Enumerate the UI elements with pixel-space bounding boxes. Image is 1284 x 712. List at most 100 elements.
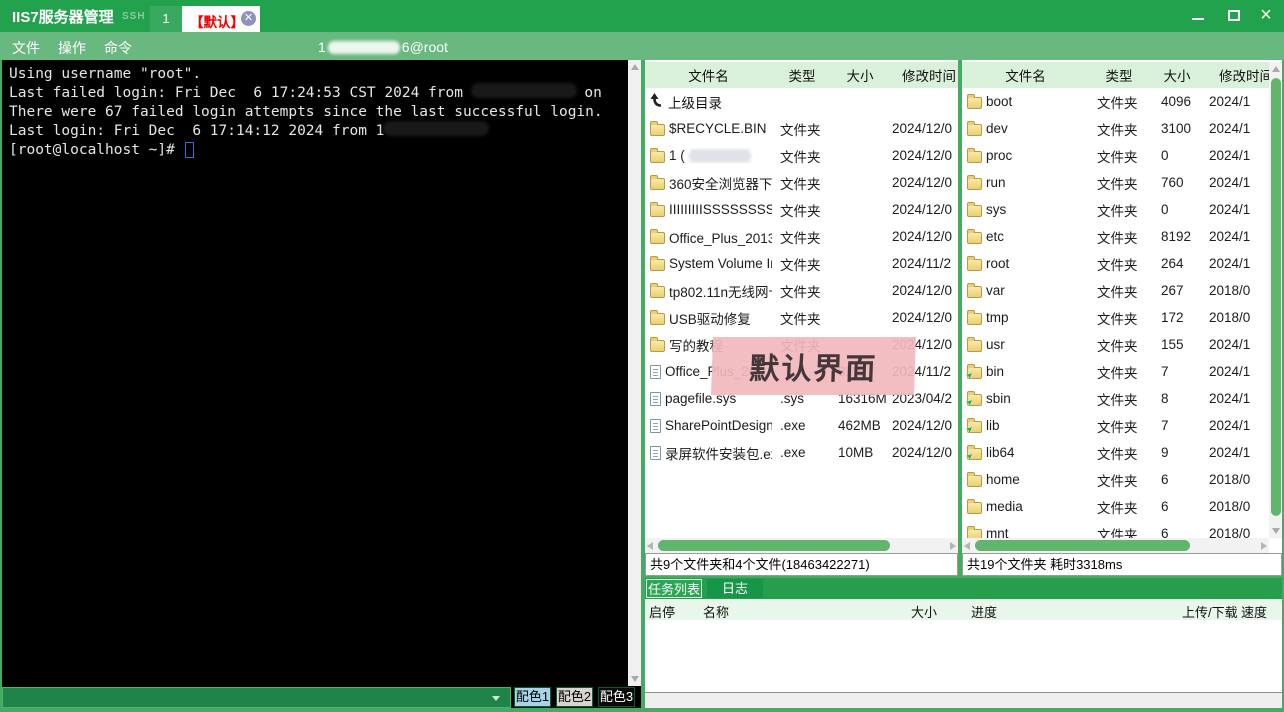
scrollbar-thumb[interactable] xyxy=(975,540,1190,551)
file-size: 0 xyxy=(1149,202,1205,217)
file-row[interactable]: root 文件夹 264 2024/1 xyxy=(962,250,1269,277)
file-row[interactable]: Office_Plus_2013激 文件夹 2024/12/0 xyxy=(645,223,958,250)
file-date: 2024/12/0 xyxy=(888,121,958,136)
col-progress: 进度 xyxy=(971,602,997,621)
file-date: 2024/12/0 xyxy=(888,445,958,460)
file-row[interactable]: $RECYCLE.BIN 文件夹 2024/12/0 xyxy=(645,115,958,142)
file-row[interactable]: sys 文件夹 0 2024/1 xyxy=(962,196,1269,223)
redacted-name-blur xyxy=(689,149,751,163)
col-type[interactable]: 类型 xyxy=(772,65,832,85)
file-date: 2024/12/0 xyxy=(888,175,958,190)
file-date: 2018/0 xyxy=(1205,499,1269,514)
folder-icon xyxy=(967,178,982,190)
file-row[interactable]: usr 文件夹 155 2024/1 xyxy=(962,331,1269,358)
file-date: 2024/1 xyxy=(1205,202,1269,217)
file-row[interactable]: etc 文件夹 8192 2024/1 xyxy=(962,223,1269,250)
col-type[interactable]: 类型 xyxy=(1089,65,1149,85)
task-list-area[interactable] xyxy=(645,620,1282,692)
file-row[interactable]: IIIIIIIIISSSSSSSSSS 文件夹 2024/12/0 xyxy=(645,196,958,223)
close-tab-icon[interactable]: ✕ xyxy=(241,11,256,26)
file-date: 2024/1 xyxy=(1205,175,1269,190)
scrollbar-thumb[interactable] xyxy=(1271,78,1281,516)
file-type: 文件夹 xyxy=(1089,443,1149,463)
file-date: 2024/1 xyxy=(1205,418,1269,433)
file-row[interactable]: lib 文件夹 7 2024/1 xyxy=(962,412,1269,439)
scroll-right-icon[interactable] xyxy=(1261,542,1267,550)
scrollbar-thumb[interactable] xyxy=(658,540,890,551)
file-row[interactable]: mnt 文件夹 6 2018/0 xyxy=(962,520,1269,538)
scroll-down-icon[interactable] xyxy=(1272,528,1280,534)
tab-log[interactable]: 日志 xyxy=(707,579,763,598)
terminal-preset-select[interactable] xyxy=(2,687,511,708)
col-size[interactable]: 大小 xyxy=(1149,65,1205,85)
file-row[interactable]: home 文件夹 6 2018/0 xyxy=(962,466,1269,493)
terminal-scrollbar[interactable] xyxy=(628,60,641,686)
local-panel-status: 共9个文件夹和4个文件(18463422271) xyxy=(645,553,958,576)
file-row[interactable]: lib64 文件夹 9 2024/1 xyxy=(962,439,1269,466)
menu-command[interactable]: 命令 xyxy=(104,38,132,58)
scroll-right-icon[interactable] xyxy=(950,542,956,550)
scroll-left-icon[interactable] xyxy=(647,542,653,550)
file-type: 文件夹 xyxy=(1089,362,1149,382)
file-row[interactable]: 1 ( 文件夹 2024/12/0 xyxy=(645,142,958,169)
tab-task-list[interactable]: 任务列表 xyxy=(646,579,702,598)
file-size: 6 xyxy=(1149,526,1205,538)
remote-file-panel: 文件名 类型 大小 修改时间 boot 文件夹 4096 2024/1 dev xyxy=(962,60,1282,576)
color-scheme-2-button[interactable]: 配色2 xyxy=(556,687,593,707)
remote-file-list: boot 文件夹 4096 2024/1 dev 文件夹 3100 2024/1… xyxy=(962,88,1269,538)
file-row[interactable]: tmp 文件夹 172 2018/0 xyxy=(962,304,1269,331)
file-size: 4096 xyxy=(1149,94,1205,109)
file-row[interactable]: dev 文件夹 3100 2024/1 xyxy=(962,115,1269,142)
col-filename[interactable]: 文件名 xyxy=(962,65,1089,85)
col-filename[interactable]: 文件名 xyxy=(645,65,772,85)
file-name: media xyxy=(986,499,1023,514)
scroll-up-icon[interactable] xyxy=(1272,66,1280,72)
file-type: 文件夹 xyxy=(1089,335,1149,355)
maximize-icon[interactable] xyxy=(1228,10,1240,21)
file-row[interactable]: SharePointDesign .exe 462MB 2024/12/0 xyxy=(645,412,958,439)
menu-operate[interactable]: 操作 xyxy=(58,38,86,58)
remote-v-scrollbar[interactable] xyxy=(1269,62,1282,538)
close-icon[interactable]: × xyxy=(1256,2,1276,28)
file-row[interactable]: sbin 文件夹 8 2024/1 xyxy=(962,385,1269,412)
col-speed: 速度 xyxy=(1241,602,1267,621)
file-name: 录屏软件安装包.ex xyxy=(665,443,772,463)
file-row[interactable]: bin 文件夹 7 2024/1 xyxy=(962,358,1269,385)
file-name: root xyxy=(986,256,1009,271)
col-modified[interactable]: 修改时间 xyxy=(888,65,958,85)
folder-icon xyxy=(967,313,982,325)
scroll-down-icon[interactable] xyxy=(631,676,639,682)
file-row[interactable]: run 文件夹 760 2024/1 xyxy=(962,169,1269,196)
file-size: 8 xyxy=(1149,391,1205,406)
tab-default-active[interactable]: 【默认】 ✕ xyxy=(182,6,260,32)
file-row[interactable]: 360安全浏览器下载 文件夹 2024/12/0 xyxy=(645,169,958,196)
file-row[interactable]: var 文件夹 267 2018/0 xyxy=(962,277,1269,304)
scroll-up-icon[interactable] xyxy=(631,64,639,70)
remote-h-scrollbar[interactable] xyxy=(962,538,1269,553)
color-scheme-1-button[interactable]: 配色1 xyxy=(514,687,551,707)
file-row[interactable]: 录屏软件安装包.ex .exe 10MB 2024/12/0 xyxy=(645,439,958,466)
file-row[interactable]: boot 文件夹 4096 2024/1 xyxy=(962,88,1269,115)
file-size: 8192 xyxy=(1149,229,1205,244)
parent-directory-row[interactable]: 上级目录 xyxy=(645,88,958,115)
file-name: SharePointDesign xyxy=(665,418,772,433)
color-scheme-3-button[interactable]: 配色3 xyxy=(598,687,635,707)
file-row[interactable]: USB驱动修复 文件夹 2024/12/0 xyxy=(645,304,958,331)
file-row[interactable]: tp802.11n无线网卡 文件夹 2024/12/0 xyxy=(645,277,958,304)
folder-icon xyxy=(967,340,982,352)
ssh-terminal[interactable]: Using username "root". Last failed login… xyxy=(2,60,628,686)
file-size: 155 xyxy=(1149,337,1205,352)
col-size: 大小 xyxy=(911,602,937,621)
minimize-icon[interactable] xyxy=(1192,18,1204,20)
col-size[interactable]: 大小 xyxy=(832,65,888,85)
local-h-scrollbar[interactable] xyxy=(645,538,958,553)
menu-file[interactable]: 文件 xyxy=(12,38,40,58)
tab-session-1[interactable]: 1 xyxy=(150,6,182,32)
scroll-left-icon[interactable] xyxy=(964,542,970,550)
file-row[interactable]: media 文件夹 6 2018/0 xyxy=(962,493,1269,520)
file-size: 6 xyxy=(1149,499,1205,514)
file-row[interactable]: proc 文件夹 0 2024/1 xyxy=(962,142,1269,169)
file-date: 2024/12/0 xyxy=(888,148,958,163)
local-file-list: $RECYCLE.BIN 文件夹 2024/12/0 1 ( 文件夹 2024/… xyxy=(645,115,958,466)
file-row[interactable]: System Volume Inf 文件夹 2024/11/2 xyxy=(645,250,958,277)
